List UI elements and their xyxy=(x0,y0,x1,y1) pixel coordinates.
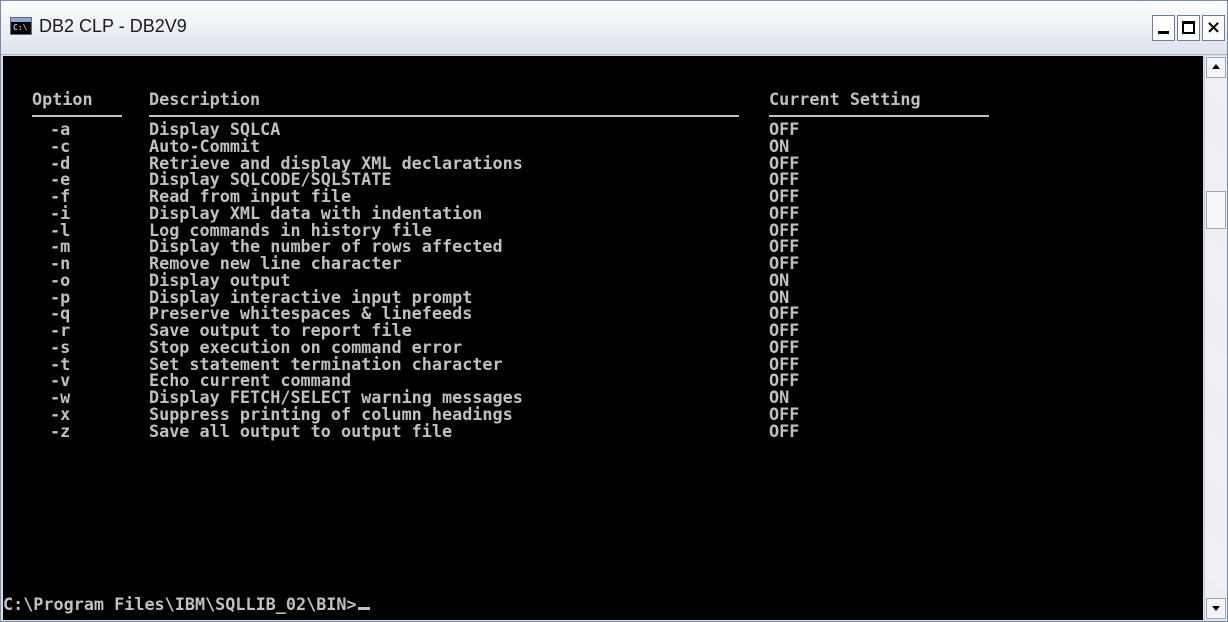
option-setting: OFF xyxy=(769,420,800,441)
console-icon[interactable]: C:\ xyxy=(10,17,32,35)
command-prompt[interactable]: C:\Program Files\IBM\SQLLIB_02\BIN> xyxy=(3,596,370,613)
header-description: Description xyxy=(149,89,261,109)
console-icon-bar xyxy=(11,18,31,22)
option-setting: ON xyxy=(769,135,790,156)
option-setting: OFF xyxy=(769,403,800,424)
table-row: -i Display XML data with indentation OFF xyxy=(3,202,1203,223)
setting-underline xyxy=(769,115,989,117)
header-current-setting: Current Setting xyxy=(769,89,921,109)
option-description: Save all output to output file xyxy=(149,420,453,441)
console-icon-text: C:\ xyxy=(13,23,28,32)
scroll-up-arrow-icon[interactable] xyxy=(1206,57,1226,78)
description-underline xyxy=(149,115,739,117)
console-window: C:\ DB2 CLP - DB2V9 × Option Description… xyxy=(0,0,1228,622)
option-description: Display XML data with indentation xyxy=(149,202,483,223)
prompt-path: C:\Program Files\IBM\SQLLIB_02\BIN> xyxy=(3,594,357,614)
option-underline xyxy=(32,115,122,117)
option-description: Suppress printing of column headings xyxy=(149,403,513,424)
option-setting: OFF xyxy=(769,202,800,223)
console-output[interactable]: Option Description Current Setting -a Dis… xyxy=(3,56,1203,620)
option-flag: -c xyxy=(50,135,71,156)
option-setting: ON xyxy=(769,269,790,290)
option-flag: -z xyxy=(50,420,71,441)
table-row: -x Suppress printing of column headings OF… xyxy=(3,403,1203,424)
close-icon: × xyxy=(1205,17,1222,38)
table-row: -s Stop execution on command error OFF xyxy=(3,336,1203,357)
option-description: Stop execution on command error xyxy=(149,336,463,357)
table-row: -z Save all output to output file OFF xyxy=(3,420,1203,441)
text-cursor xyxy=(357,607,370,610)
option-flag: -x xyxy=(50,403,71,424)
option-description: Display output xyxy=(149,269,291,290)
option-flag: -o xyxy=(50,269,71,290)
scroll-down-arrow-icon[interactable] xyxy=(1206,598,1226,619)
maximize-button[interactable] xyxy=(1177,15,1200,41)
window-title: DB2 CLP - DB2V9 xyxy=(39,16,187,36)
table-header: Option Description Current Setting xyxy=(3,91,1203,109)
option-flag: -s xyxy=(50,336,71,357)
table-row: -o Display output ON xyxy=(3,269,1203,290)
title-bar[interactable]: C:\ DB2 CLP - DB2V9 × xyxy=(1,1,1227,55)
option-flag: -i xyxy=(50,202,71,223)
header-option: Option xyxy=(32,89,93,109)
scrollbar-thumb[interactable] xyxy=(1206,191,1226,229)
vertical-scrollbar[interactable] xyxy=(1204,56,1227,620)
table-row: -c Auto-Commit ON xyxy=(3,135,1203,156)
option-description: Auto-Commit xyxy=(149,135,261,156)
options-table: -a Display SQLCA OFF -c Auto-Commit ON -d Ret… xyxy=(3,121,1203,439)
minimize-button[interactable] xyxy=(1152,15,1175,41)
close-button[interactable]: × xyxy=(1202,15,1225,41)
option-setting: OFF xyxy=(769,336,800,357)
